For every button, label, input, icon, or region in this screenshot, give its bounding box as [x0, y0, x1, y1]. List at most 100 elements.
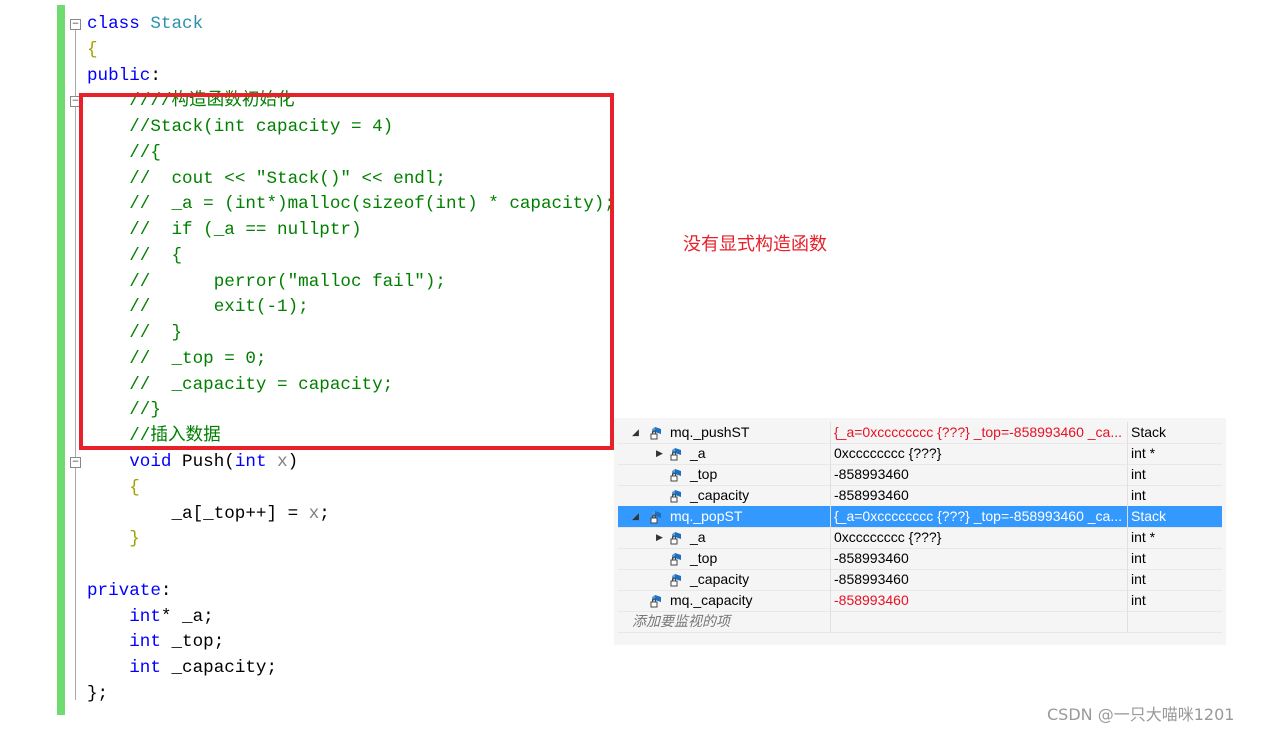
watch-value[interactable]: {_a=0xcccccccc {???} _top=-858993460 _ca…	[830, 422, 1130, 443]
watch-name-cell: _top	[618, 548, 826, 569]
add-watch-placeholder[interactable]: 添加要监视的项	[632, 611, 730, 632]
code-line[interactable]: private:	[87, 579, 615, 605]
code-token: int	[129, 658, 172, 679]
watch-name-cell: _capacity	[618, 485, 826, 506]
highlight-box	[79, 93, 614, 450]
code-token: void	[129, 452, 183, 473]
code-token: {	[87, 39, 98, 60]
code-token: * _a;	[160, 606, 214, 627]
watch-type: int	[1127, 464, 1223, 485]
code-line[interactable]: int _capacity;	[87, 656, 615, 682]
watch-name: _a	[690, 445, 706, 461]
watch-value[interactable]: 0xcccccccc {???}	[830, 527, 1130, 548]
watch-name: mq._popST	[670, 508, 743, 524]
code-token: :	[150, 65, 161, 86]
member-variable-icon	[650, 509, 663, 524]
code-token: x	[308, 503, 320, 524]
watch-type: int *	[1127, 443, 1223, 464]
watch-name: _capacity	[690, 487, 750, 503]
expand-arrow-icon[interactable]: ▶	[656, 443, 663, 464]
code-token: )	[287, 452, 299, 473]
watch-row[interactable]: ▶ _a 0xcccccccc {???} int *	[618, 443, 1222, 465]
member-variable-icon	[670, 488, 683, 503]
code-token: class	[87, 14, 151, 34]
member-variable-icon	[650, 425, 663, 440]
watch-type: int	[1127, 548, 1223, 569]
code-token: int	[129, 606, 161, 627]
code-line[interactable]: void Push(int x)	[87, 450, 615, 476]
collapse-arrow-icon[interactable]: ◢	[632, 422, 639, 443]
watch-value[interactable]: 0xcccccccc {???}	[830, 443, 1130, 464]
watch-row[interactable]: _top -858993460 int	[618, 548, 1222, 570]
watch-value[interactable]: {_a=0xcccccccc {???} _top=-858993460 _ca…	[830, 506, 1130, 527]
watch-name-cell: _top	[618, 464, 826, 485]
change-indicator-bar	[57, 5, 65, 715]
code-token: :	[160, 580, 172, 601]
watch-row[interactable]: _capacity -858993460 int	[618, 569, 1222, 591]
code-token: }	[129, 529, 140, 550]
watermark: CSDN @一只大喵咪1201	[1047, 705, 1235, 724]
watch-name: _a	[690, 529, 706, 545]
watch-row[interactable]: ◢ mq._pushST {_a=0xcccccccc {???} _top=-85…	[618, 422, 1222, 444]
code-token: Stack	[150, 14, 204, 34]
fold-toggle-push[interactable]: −	[70, 457, 81, 468]
code-line[interactable]: public:	[87, 64, 615, 90]
code-line[interactable]: }	[87, 527, 615, 553]
watch-row[interactable]: ◢ mq._popST {_a=0xcccccccc {???} _top=-858…	[618, 506, 1222, 528]
member-variable-icon	[670, 530, 683, 545]
watch-row[interactable]: _capacity -858993460 int	[618, 485, 1222, 507]
watch-type: int *	[1127, 527, 1223, 548]
member-variable-icon	[670, 572, 683, 587]
watch-value[interactable]: -858993460	[830, 590, 1130, 611]
watch-name-cell: ◢ mq._pushST	[618, 422, 826, 443]
fold-toggle-class[interactable]: −	[70, 19, 81, 30]
add-watch-row[interactable]: 添加要监视的项	[618, 611, 1222, 633]
code-token: Push(	[182, 452, 235, 473]
member-variable-icon	[670, 467, 683, 482]
watch-name-cell: mq._capacity	[618, 590, 826, 611]
code-line[interactable]: class Stack	[87, 12, 615, 38]
watch-value[interactable]: -858993460	[830, 464, 1130, 485]
watch-name-cell: _capacity	[618, 569, 826, 590]
code-line[interactable]: int* _a;	[87, 605, 615, 631]
watch-value[interactable]: -858993460	[830, 548, 1130, 569]
watch-value[interactable]: -858993460	[830, 485, 1130, 506]
member-variable-icon	[670, 551, 683, 566]
code-token: ;	[319, 503, 330, 524]
watch-name-cell: ▶ _a	[618, 443, 826, 464]
fold-guide	[75, 30, 76, 700]
watch-row[interactable]: mq._capacity -858993460 int	[618, 590, 1222, 612]
annotation-text: 没有显式构造函数	[683, 234, 827, 255]
watch-type: Stack	[1127, 422, 1223, 443]
member-variable-icon	[650, 593, 663, 608]
code-line[interactable]: {	[87, 38, 615, 64]
code-line[interactable]: {	[87, 476, 615, 502]
code-line[interactable]: };	[87, 682, 615, 708]
code-line[interactable]: int _top;	[87, 630, 615, 656]
expand-arrow-icon[interactable]: ▶	[656, 527, 663, 548]
code-token: {	[129, 477, 140, 498]
watch-name: _top	[690, 550, 718, 566]
watch-name-cell: ◢ mq._popST	[618, 506, 826, 527]
watch-value[interactable]: -858993460	[830, 569, 1130, 590]
watch-name: mq._pushST	[670, 424, 750, 440]
watch-row[interactable]: _top -858993460 int	[618, 464, 1222, 486]
code-token: int	[234, 452, 278, 473]
collapse-arrow-icon[interactable]: ◢	[632, 506, 639, 527]
watch-window[interactable]: ◢ mq._pushST {_a=0xcccccccc {???} _top=-85…	[614, 418, 1226, 645]
watch-type: Stack	[1127, 506, 1223, 527]
watch-row[interactable]: ▶ _a 0xcccccccc {???} int *	[618, 527, 1222, 549]
code-line[interactable]	[87, 553, 615, 579]
code-token: };	[87, 683, 109, 704]
code-line[interactable]: _a[_top++] = x;	[87, 502, 615, 528]
watch-name: _top	[690, 466, 718, 482]
code-token: public	[87, 65, 151, 86]
watch-name-cell: ▶ _a	[618, 527, 826, 548]
watch-name: mq._capacity	[670, 592, 753, 608]
